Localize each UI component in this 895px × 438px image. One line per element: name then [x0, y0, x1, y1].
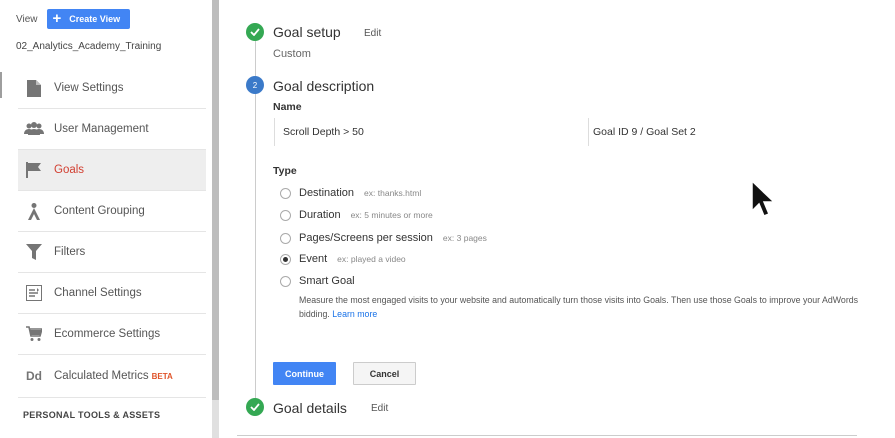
goal-details-edit-link[interactable]: Edit: [371, 403, 388, 414]
sidebar-item-label: Content Grouping: [54, 205, 145, 217]
radio-smart-goal[interactable]: Smart Goal: [280, 273, 365, 289]
learn-more-link[interactable]: Learn more: [332, 309, 377, 319]
goal-details-title: Goal details: [273, 400, 347, 416]
left-edge-indicator: [0, 72, 2, 98]
sidebar-item-label: User Management: [54, 123, 149, 135]
goal-setup-edit-link[interactable]: Edit: [364, 28, 381, 39]
sidebar-item-label: Filters: [54, 246, 86, 258]
check-circle-icon: [246, 23, 264, 41]
flag-icon: [24, 160, 44, 180]
sidebar-item-view-settings[interactable]: View Settings: [18, 68, 206, 108]
smart-goal-description-text: Measure the most engaged visits to your …: [299, 295, 859, 319]
check-circle-icon: [246, 398, 264, 416]
radio-example: ex: 5 minutes or more: [350, 210, 433, 220]
continue-button[interactable]: Continue: [273, 362, 336, 385]
radio-button-checked[interactable]: [280, 253, 291, 265]
section-header-personal-tools: PERSONAL TOOLS & ASSETS: [23, 410, 161, 420]
radio-example: ex: 3 pages: [442, 233, 487, 243]
divider: [18, 397, 206, 398]
dd-icon: Dd: [26, 369, 42, 383]
goal-id-select[interactable]: Goal ID 9 / Goal Set 2: [588, 118, 838, 146]
sidebar-item-label: Calculated Metrics: [54, 370, 149, 382]
radio-example: ex: played a video: [337, 254, 406, 264]
radio-button[interactable]: [280, 209, 291, 221]
sidebar-item-label: Goals: [54, 164, 85, 176]
channel-icon: [24, 283, 44, 303]
radio-event[interactable]: Event ex: played a video: [280, 251, 406, 267]
step-connector-line: [255, 40, 256, 402]
cart-icon: [24, 324, 44, 344]
step-number-icon: 2: [246, 76, 264, 94]
sidebar-item-label: View Settings: [54, 82, 124, 94]
sidebar-scrollbar-thumb[interactable]: [212, 0, 219, 400]
goal-name-input[interactable]: Scroll Depth > 50: [274, 118, 589, 146]
cancel-button[interactable]: Cancel: [353, 362, 416, 385]
radio-label: Duration: [299, 209, 341, 221]
smart-goal-description: Measure the most engaged visits to your …: [299, 293, 859, 321]
mouse-cursor-icon: [751, 179, 777, 218]
document-icon: [24, 78, 44, 98]
divider: [18, 354, 206, 355]
view-label: View: [16, 13, 38, 25]
radio-duration[interactable]: Duration ex: 5 minutes or more: [280, 207, 433, 223]
person-icon: [24, 201, 44, 221]
filter-icon: [24, 242, 44, 262]
sidebar-item-goals[interactable]: Goals: [18, 150, 206, 190]
goal-setup-title: Goal setup: [273, 24, 341, 40]
radio-label: Smart Goal: [299, 275, 355, 287]
radio-label: Destination: [299, 187, 355, 199]
goal-wizard: Goal setup Edit Custom 2 Goal descriptio…: [230, 0, 895, 438]
goal-description-title: Goal description: [273, 78, 375, 94]
sidebar-item-label: Channel Settings: [54, 287, 142, 299]
sidebar-item-filters[interactable]: Filters: [18, 232, 206, 272]
sidebar: View + Create View 02_Analytics_Academy_…: [0, 0, 212, 438]
goal-setup-subtitle: Custom: [273, 48, 311, 60]
radio-button[interactable]: [280, 275, 291, 287]
view-name: 02_Analytics_Academy_Training: [16, 41, 162, 52]
name-label: Name: [273, 101, 302, 113]
users-icon: [24, 119, 44, 139]
sidebar-item-channel-settings[interactable]: Channel Settings: [18, 273, 206, 313]
radio-label: Pages/Screens per session: [299, 232, 433, 244]
radio-button[interactable]: [280, 187, 291, 199]
radio-button[interactable]: [280, 232, 291, 244]
sidebar-item-ecommerce-settings[interactable]: Ecommerce Settings: [18, 314, 206, 354]
sidebar-item-user-management[interactable]: User Management: [18, 109, 206, 149]
radio-destination[interactable]: Destination ex: thanks.html: [280, 185, 421, 201]
sidebar-item-label: Ecommerce Settings: [54, 328, 161, 340]
beta-badge: BETA: [151, 371, 173, 381]
radio-pages-screens[interactable]: Pages/Screens per session ex: 3 pages: [280, 230, 487, 246]
view-row: View + Create View: [16, 9, 131, 29]
create-view-button[interactable]: + Create View: [46, 9, 131, 29]
create-view-label: Create View: [69, 14, 121, 24]
type-label: Type: [273, 165, 297, 177]
radio-label: Event: [299, 253, 328, 265]
divider: [237, 435, 857, 436]
plus-icon: +: [52, 10, 62, 27]
sidebar-item-calculated-metrics[interactable]: Dd Calculated Metrics BETA: [18, 356, 206, 396]
sidebar-item-content-grouping[interactable]: Content Grouping: [18, 191, 206, 231]
radio-example: ex: thanks.html: [364, 188, 422, 198]
